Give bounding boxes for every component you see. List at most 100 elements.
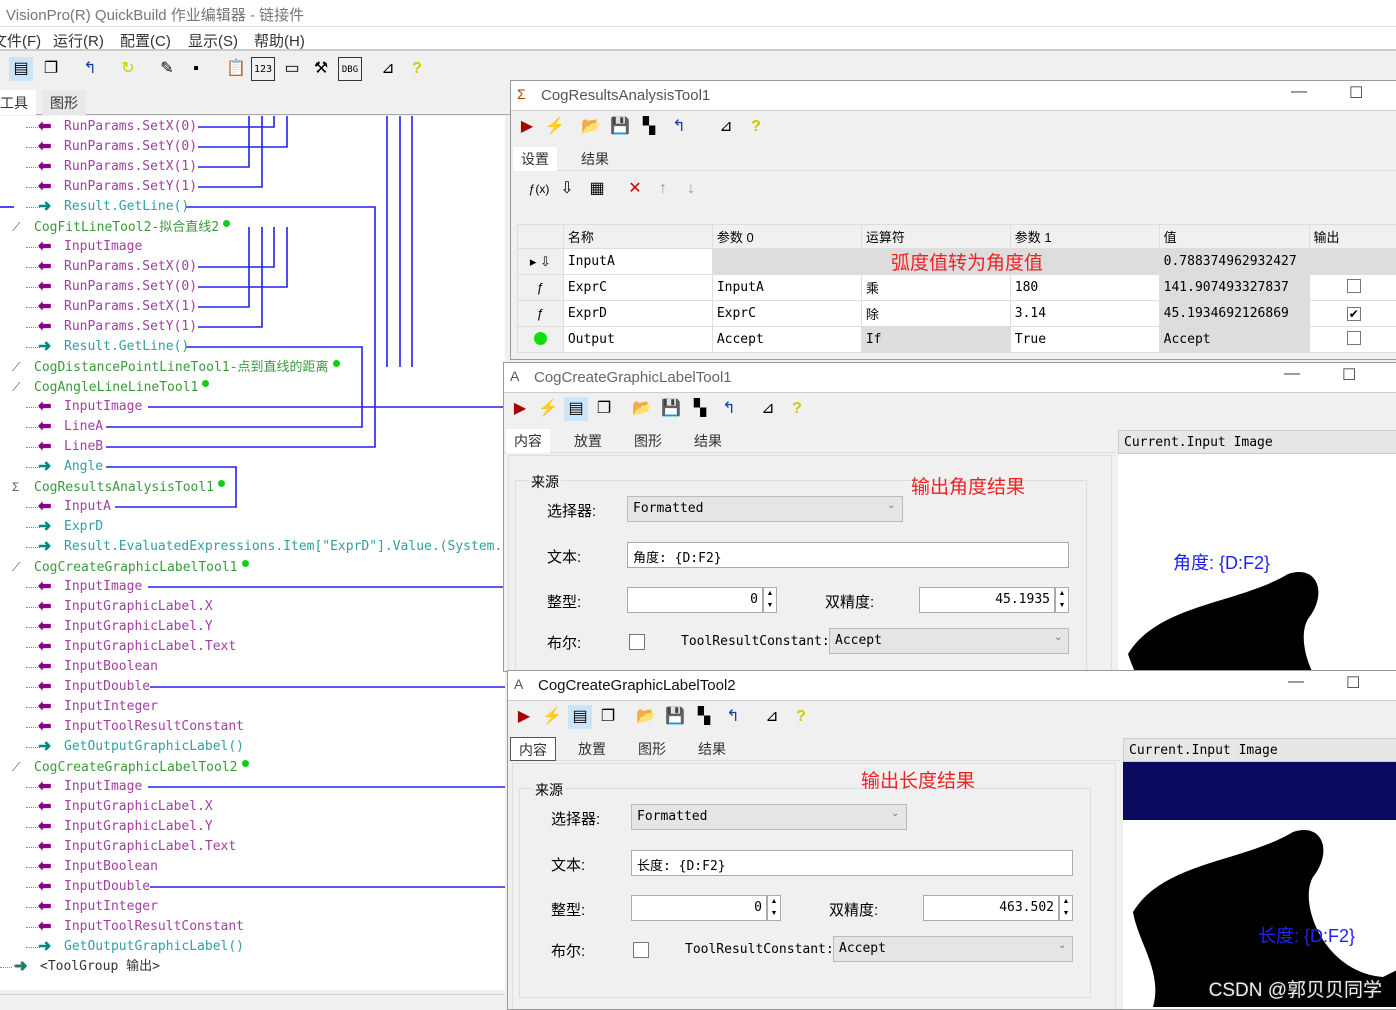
cell-operator[interactable]: 乘 xyxy=(861,275,1010,301)
grid-row[interactable]: ƒExprCInputA乘180141.907493327837 xyxy=(518,275,1396,301)
tree-item-tool[interactable]: ⟋CogDistancePointLineTool1-点到直线的距离 xyxy=(12,357,340,377)
help-icon[interactable]: ? xyxy=(789,705,813,729)
image-display[interactable]: 角度: {D:F2} xyxy=(1118,454,1396,672)
int-input[interactable]: 0 xyxy=(627,587,763,613)
move-up-icon[interactable]: ↑ xyxy=(651,177,675,201)
image-display[interactable]: 长度: {D:F2} xyxy=(1123,762,1396,1010)
tool-view-icon[interactable]: ▤ xyxy=(564,397,588,421)
trc-dropdown[interactable]: Accept xyxy=(833,936,1073,962)
save-as-icon[interactable]: ▚ xyxy=(637,115,661,139)
output-checkbox[interactable]: ✔ xyxy=(1309,301,1396,327)
counter-icon[interactable]: 123 xyxy=(251,57,275,81)
maximize-button[interactable]: ☐ xyxy=(1349,83,1363,103)
green-status-icon[interactable] xyxy=(518,327,564,353)
minimize-button[interactable]: — xyxy=(1284,365,1300,383)
open-icon[interactable]: 📂 xyxy=(630,397,654,421)
help-icon[interactable]: ? xyxy=(785,397,809,421)
save-as-icon[interactable]: ▚ xyxy=(692,705,716,729)
tab-placement[interactable]: 放置 xyxy=(570,737,614,761)
double-input[interactable]: 463.502 xyxy=(923,895,1059,921)
tab-content[interactable]: 内容 xyxy=(510,737,556,761)
output-checkbox[interactable] xyxy=(1309,327,1396,353)
tab-tools[interactable]: 工具 xyxy=(0,90,36,115)
windows-icon[interactable]: ❐ xyxy=(39,57,63,81)
cell-operator[interactable]: 除 xyxy=(861,301,1010,327)
grid-row[interactable]: OutputAcceptIfTrueAccept xyxy=(518,327,1396,353)
tree-item-tool[interactable]: ⟋CogCreateGraphicLabelTool1 xyxy=(12,557,249,577)
reset-icon[interactable]: ↰ xyxy=(78,57,102,81)
tab-settings[interactable]: 设置 xyxy=(513,147,557,171)
tab-placement[interactable]: 放置 xyxy=(566,429,610,453)
bool-checkbox[interactable] xyxy=(629,634,645,650)
cell-name[interactable]: ExprC xyxy=(563,275,712,301)
text-input[interactable]: 长度: {D:F2} xyxy=(631,850,1073,876)
save-icon[interactable]: 💾 xyxy=(659,397,683,421)
tools-icon[interactable]: ⚒ xyxy=(309,57,333,81)
int-spinner[interactable]: ▲▼ xyxy=(767,895,781,921)
tab-graphics[interactable]: 图形 xyxy=(626,429,670,453)
electric-icon[interactable]: ⚡ xyxy=(536,397,560,421)
measure-icon[interactable]: ⊿ xyxy=(756,397,780,421)
tree-item-tool[interactable]: ⟋CogAngleLineLineTool1 xyxy=(12,377,209,397)
save-icon[interactable]: 💾 xyxy=(608,115,632,139)
tool-view-icon[interactable]: ▤ xyxy=(9,57,33,81)
help-icon[interactable]: ? xyxy=(405,57,429,81)
cell-param0[interactable] xyxy=(712,249,861,275)
function-icon[interactable]: ƒ xyxy=(518,301,564,327)
add-function-icon[interactable]: ƒ(x) xyxy=(527,177,551,201)
menu-run[interactable]: 运行(R) xyxy=(53,30,104,51)
maximize-button[interactable]: ☐ xyxy=(1346,673,1360,693)
minimize-button[interactable]: — xyxy=(1291,83,1307,101)
terminal-icon[interactable]: ▭ xyxy=(280,57,304,81)
reset-icon[interactable]: ↰ xyxy=(667,115,691,139)
trc-dropdown[interactable]: Accept xyxy=(829,628,1069,654)
reset-icon[interactable]: ↰ xyxy=(721,705,745,729)
cell-param1[interactable]: 3.14 xyxy=(1010,301,1159,327)
tab-graphics[interactable]: 图形 xyxy=(42,90,86,115)
tree-item-tool[interactable]: ΣCogResultsAnalysisTool1 xyxy=(12,477,225,497)
reset-icon[interactable]: ↰ xyxy=(717,397,741,421)
cell-param0[interactable]: InputA xyxy=(712,275,861,301)
int-spinner[interactable]: ▲▼ xyxy=(763,587,777,613)
cell-param1[interactable]: True xyxy=(1010,327,1159,353)
run-icon[interactable]: ▶ xyxy=(515,115,539,139)
record-icon[interactable]: ▪ xyxy=(184,57,208,81)
double-input[interactable]: 45.1935 xyxy=(919,587,1055,613)
windows-icon[interactable]: ❐ xyxy=(592,397,616,421)
help-icon[interactable]: ? xyxy=(744,115,768,139)
tab-content[interactable]: 内容 xyxy=(506,429,550,453)
selector-dropdown[interactable]: Formatted xyxy=(627,496,903,522)
run-icon[interactable]: ▶ xyxy=(508,397,532,421)
debug-icon[interactable]: DBG xyxy=(338,57,362,81)
electric-icon[interactable]: ⚡ xyxy=(543,115,567,139)
menu-display[interactable]: 显示(S) xyxy=(188,30,238,51)
cell-param0[interactable]: Accept xyxy=(712,327,861,353)
cell-param0[interactable]: ExprC xyxy=(712,301,861,327)
int-input[interactable]: 0 xyxy=(631,895,767,921)
measure-icon[interactable]: ⊿ xyxy=(714,115,738,139)
clipboard-icon[interactable]: 📋 xyxy=(224,57,248,81)
cell-name[interactable]: Output xyxy=(563,327,712,353)
move-down-icon[interactable]: ↓ xyxy=(679,177,703,201)
bool-checkbox[interactable] xyxy=(633,942,649,958)
add-output-icon[interactable]: ▦ xyxy=(585,177,609,201)
double-spinner[interactable]: ▲▼ xyxy=(1059,895,1073,921)
menu-file[interactable]: 文件(F) xyxy=(0,30,41,51)
electric-icon[interactable]: ⚡ xyxy=(540,705,564,729)
tab-results[interactable]: 结果 xyxy=(690,737,734,761)
tool-view-icon[interactable]: ▤ xyxy=(568,705,592,729)
function-icon[interactable]: ƒ xyxy=(518,275,564,301)
maximize-button[interactable]: ☐ xyxy=(1342,365,1356,385)
menu-config[interactable]: 配置(C) xyxy=(120,30,171,51)
minimize-button[interactable]: — xyxy=(1288,673,1304,691)
tree-item-tool[interactable]: ⟋CogFitLineTool2-拟合直线2 xyxy=(12,217,230,237)
cell-operator[interactable]: If xyxy=(861,327,1010,353)
save-as-icon[interactable]: ▚ xyxy=(688,397,712,421)
add-input-icon[interactable]: ⇩ xyxy=(555,177,579,201)
tab-graphics[interactable]: 图形 xyxy=(630,737,674,761)
run-icon[interactable]: ▶ xyxy=(512,705,536,729)
measure-icon[interactable]: ⊿ xyxy=(760,705,784,729)
selector-dropdown[interactable]: Formatted xyxy=(631,804,907,830)
measure-icon[interactable]: ⊿ xyxy=(376,57,400,81)
tab-results[interactable]: 结果 xyxy=(686,429,730,453)
